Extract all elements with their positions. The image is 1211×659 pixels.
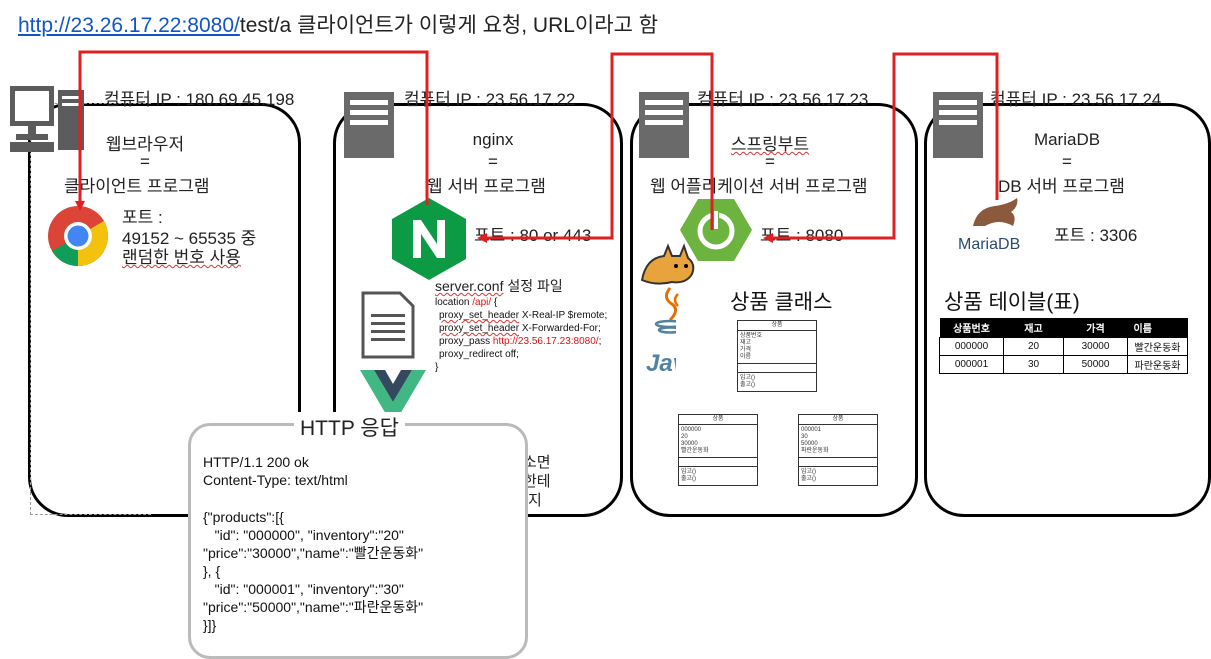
url-link[interactable]: http://23.26.17.22:8080/ [18, 14, 240, 37]
mariadb-logo-icon [955, 196, 1037, 239]
server-icon-mariadb [931, 90, 985, 165]
chrome-icon [46, 204, 110, 273]
uml-object-box-1: 상품 000000 20 30000 빨간운동화 입고() 출고() [678, 414, 758, 486]
db-table: 상품번호 재고 가격 이름 000000 20 30000 빨간운동화 0000… [939, 318, 1188, 374]
table-row: 000000 20 30000 빨간운동화 [939, 337, 1188, 356]
http-response-title: HTTP 응답 [294, 412, 405, 442]
server-icon-nginx [342, 90, 396, 165]
client-role: 클라이언트 프로그램 [64, 177, 210, 196]
http-content-type: Content-Type: text/html [203, 472, 348, 488]
document-icon [360, 290, 416, 365]
uml-object-box-2: 상품 000001 30 50000 파란운동화 입고() 출고() [798, 414, 878, 486]
spring-eq: = [765, 152, 775, 171]
spring-ip: 컴퓨터 IP : 23.56.17.23 [697, 90, 869, 109]
mariadb-port: 포트 : 3306 [1054, 226, 1138, 245]
nginx-eq: = [488, 152, 498, 171]
conf-code-line-4: proxy_pass http://23.56.17.23:8080/; [439, 336, 602, 347]
conf-code-line-2: proxy_set_header X-Real-IP $remote; [439, 310, 608, 321]
mariadb-eq: = [1062, 152, 1072, 171]
http-body-line-3: "price":"30000","name":"빨간운동화" [203, 545, 424, 561]
dashed-guide [30, 103, 151, 515]
client-ip: 컴퓨터 IP : 180.69.45.198 [104, 90, 295, 109]
http-status-line: HTTP/1.1 200 ok [203, 454, 309, 470]
spring-role: 웹 어플리케이션 서버 프로그램 [650, 177, 868, 196]
db-col-header: 이름 [1127, 318, 1188, 338]
url-description: 클라이언트가 이렇게 요청, URL이라고 함 [291, 14, 659, 37]
conf-code-line-5: proxy_redirect off; [439, 349, 519, 360]
http-body-line-2: "id": "000000", "inventory":"20" [203, 527, 404, 543]
mariadb-ip: 컴퓨터 IP : 23.56.17.24 [990, 90, 1162, 109]
nginx-port: 포트 : 80 or 443 [474, 226, 592, 245]
mariadb-name: MariaDB [1033, 130, 1101, 149]
http-body-line-7: }]} [203, 617, 217, 633]
url-path: test/a [239, 14, 292, 37]
db-col-header: 상품번호 [939, 318, 1004, 338]
http-body-line-5: "id": "000001", "inventory":"30" [203, 581, 404, 597]
spring-class-title: 상품 클래스 [730, 291, 833, 314]
http-body-line-6: "price":"50000","name":"파란운동화" [203, 599, 424, 615]
nginx-ip: 컴퓨터 IP : 23.56.17.22 [404, 90, 576, 109]
nginx-partial-text-3: 지 [528, 492, 542, 509]
http-body-line-4: }, { [203, 563, 221, 579]
spring-port: 포트 : 8080 [760, 226, 844, 245]
mariadb-logo-text: MariaDB [958, 236, 1021, 253]
conf-code-line-3: proxy_set_header X-Forwarded-For; [439, 323, 601, 334]
db-table-title: 상품 테이블(표) [944, 291, 1080, 314]
conf-code-line-1: location /api/ { [435, 297, 498, 308]
mariadb-role: DB 서버 프로그램 [998, 177, 1125, 196]
db-col-header: 가격 [1063, 318, 1128, 338]
server-icon-spring [637, 90, 691, 165]
desktop-computer-icon [8, 84, 100, 161]
table-row: 000001 30 50000 파란운동화 [939, 355, 1188, 374]
url-caption: http://23.26.17.22:8080/test/a 클라이언트가 이렇… [18, 9, 658, 39]
conf-file-title: server.conf 설정 파일 [435, 278, 563, 294]
client-port-note: 랜덤한 번호 사용 [122, 248, 241, 267]
http-body-line-1: {"products":[{ [203, 509, 284, 525]
uml-diagram-area: 상품 상품번호 재고 가격 이름 입고() 출고() 상품 000000 20 … [676, 318, 878, 486]
conf-code-line-6: } [435, 362, 439, 373]
client-eq: = [140, 152, 150, 171]
nginx-logo-icon [389, 196, 469, 287]
nginx-name: nginx [472, 130, 514, 149]
uml-class-box: 상품 상품번호 재고 가격 이름 입고() 출고() [737, 320, 817, 392]
db-col-header: 재고 [1003, 318, 1064, 338]
nginx-role: 웹 서버 프로그램 [427, 177, 546, 196]
